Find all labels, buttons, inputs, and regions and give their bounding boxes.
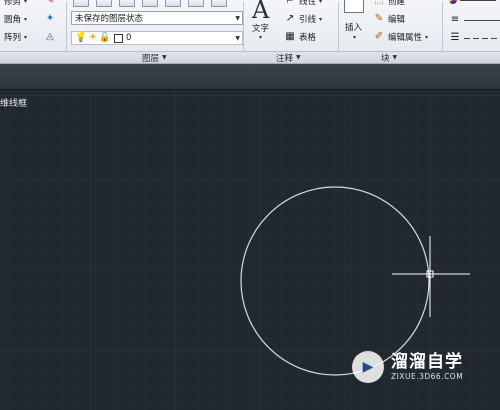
linetype-icon: ☰ <box>450 32 460 43</box>
offset-icon[interactable]: ◬ <box>44 31 56 43</box>
erase-icon[interactable]: ✎ <box>44 0 56 7</box>
current-layer-value: 0 <box>126 33 132 43</box>
layer-off-icon[interactable] <box>211 0 227 7</box>
color-control[interactable] <box>449 0 496 4</box>
edit-attributes-icon: ✐ <box>374 31 384 42</box>
leader-label: 引线 <box>299 15 317 25</box>
chevron-down-icon: ▼ <box>235 35 240 42</box>
layer-isolate-icon[interactable] <box>142 0 158 7</box>
edit-attributes-tool[interactable]: ✐ 编辑属性 ▾ <box>373 31 429 44</box>
trim-dropdown-icon[interactable]: ▾ <box>24 0 27 5</box>
text-tool[interactable]: 文字 <box>252 22 269 34</box>
layer-color-swatch <box>114 33 123 43</box>
insert-label: 插入 <box>345 23 363 33</box>
fillet-tool[interactable]: 圆角 ▾ ✦ <box>4 13 56 26</box>
edit-attr-label: 编辑属性 <box>388 33 423 43</box>
chevron-down-icon: ▼ <box>296 54 301 61</box>
table-label: 表格 <box>299 33 317 43</box>
color-preview-line <box>460 0 496 1</box>
watermark-name: 溜溜自学 <box>391 352 463 373</box>
annotation-panel-title[interactable]: 注释 ▼ <box>276 52 301 64</box>
chevron-down-icon: ▼ <box>162 54 167 61</box>
linear-label: 线性 <box>299 0 317 7</box>
block-panel-title[interactable]: 块 ▼ <box>381 52 398 64</box>
lineweight-preview-line <box>464 19 500 21</box>
watermark: ▶ 溜溜自学 ZIXUE.3D66.COM <box>352 346 500 388</box>
ribbon: 修剪 ▾ ✎ 圆角 ▾ ✦ 阵列 ▾ ◬ 未保存的图层状态 ▼ 💡 ☀ 🔓 0 … <box>0 0 500 64</box>
edit-block-icon: ✎ <box>374 13 384 24</box>
layer-previous-icon[interactable] <box>119 0 135 7</box>
create-block-icon: ⬚ <box>374 0 384 6</box>
trim-label: 修剪 <box>4 0 22 7</box>
fillet-label: 圆角 <box>4 15 22 25</box>
layer-state-dropdown[interactable]: 未保存的图层状态 ▼ <box>71 11 243 25</box>
create-block-tool[interactable]: ⬚ 创建 <box>373 0 405 7</box>
trim-tool[interactable]: 修剪 ▾ ✎ <box>4 0 56 7</box>
edit-label: 编辑 <box>388 15 406 25</box>
lineweight-control[interactable]: ≡ <box>449 14 500 26</box>
layer-freeze-icon[interactable] <box>188 0 204 7</box>
chevron-down-icon: ▾ <box>425 33 429 41</box>
text-icon[interactable]: A <box>252 0 269 22</box>
linetype-preview-line <box>464 37 500 39</box>
sun-icon[interactable]: ☀ <box>87 32 99 44</box>
array-dropdown-icon[interactable]: ▾ <box>24 34 27 41</box>
layer-state-value: 未保存的图层状态 <box>75 14 144 24</box>
layer-unisolate-icon[interactable] <box>165 0 181 7</box>
chevron-down-icon: ▾ <box>319 0 323 5</box>
file-tab-bar <box>0 64 500 90</box>
unlock-icon[interactable]: 🔓 <box>99 32 111 44</box>
leader-icon: ↗ <box>285 13 295 24</box>
layer-properties-icon[interactable] <box>73 0 89 7</box>
layers-panel-title[interactable]: 图层 ▼ <box>142 52 167 64</box>
chevron-down-icon: ▼ <box>392 54 398 61</box>
chevron-down-icon: ▼ <box>235 15 240 22</box>
insert-tool[interactable]: 插入 <box>345 21 362 33</box>
insert-block-icon[interactable] <box>344 0 364 13</box>
play-logo-icon: ▶ <box>352 351 384 383</box>
layer-match-icon[interactable] <box>96 0 112 7</box>
edit-block-tool[interactable]: ✎ 编辑 <box>373 13 406 26</box>
viewport-visual-style-label[interactable]: 维线框 <box>0 96 27 109</box>
create-label: 创建 <box>388 0 406 7</box>
lineweight-icon: ≡ <box>450 14 460 25</box>
fillet-dropdown-icon[interactable]: ▾ <box>24 16 27 23</box>
explode-icon[interactable]: ✦ <box>44 13 56 25</box>
lightbulb-icon[interactable]: 💡 <box>75 32 87 44</box>
table-tool[interactable]: ▦ 表格 <box>284 31 317 44</box>
array-label: 阵列 <box>4 33 22 43</box>
linetype-control[interactable]: ☰ <box>449 32 500 44</box>
text-dropdown-icon[interactable]: ▾ <box>259 34 262 41</box>
text-label: 文字 <box>252 24 270 34</box>
watermark-url: ZIXUE.3D66.COM <box>391 371 464 381</box>
array-tool[interactable]: 阵列 ▾ ◬ <box>4 31 56 44</box>
linear-dimension-icon: ⊢ <box>286 0 294 5</box>
linear-dimension-tool[interactable]: ⊢ 线性 ▾ <box>284 0 323 7</box>
insert-dropdown-icon[interactable]: ▾ <box>353 34 356 41</box>
chevron-down-icon: ▾ <box>319 15 323 23</box>
leader-tool[interactable]: ↗ 引线 ▾ <box>284 13 323 26</box>
bylayer-color-icon <box>449 0 457 4</box>
table-icon: ▦ <box>285 31 295 42</box>
layer-dropdown[interactable]: 💡 ☀ 🔓 0 ▼ <box>71 31 243 45</box>
panel-title-bar <box>0 51 500 63</box>
